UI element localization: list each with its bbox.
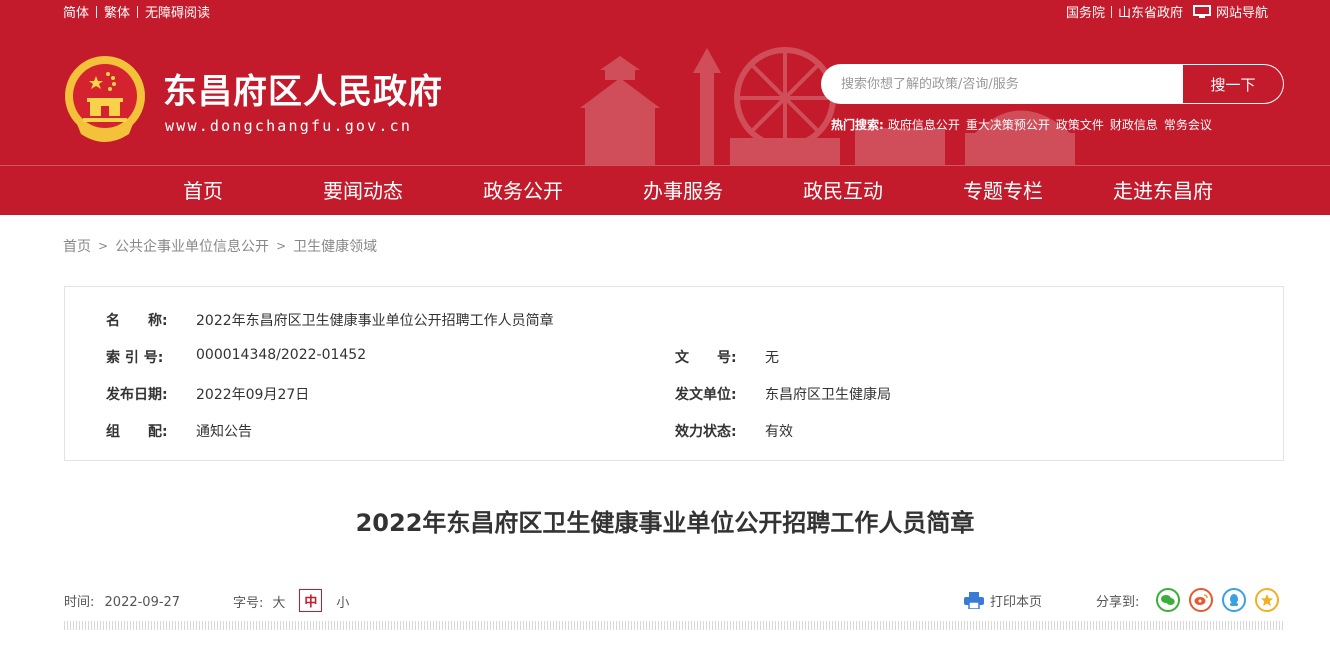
site-title[interactable]: 东昌府区人民政府 bbox=[163, 64, 443, 113]
share-label: 分享到: bbox=[1096, 594, 1140, 610]
info-row-docno: 文 号: 无 bbox=[675, 347, 779, 367]
hot-search-item[interactable]: 常务会议 bbox=[1164, 116, 1212, 133]
publish-time: 时间: 2022-09-27 bbox=[64, 591, 180, 610]
qzone-share-icon[interactable] bbox=[1255, 588, 1280, 612]
nav-home[interactable]: 首页 bbox=[123, 166, 283, 215]
info-row-date: 发布日期: 2022年09月27日 bbox=[106, 384, 309, 404]
dotted-divider bbox=[64, 621, 1284, 630]
info-label: 效力状态: bbox=[675, 424, 737, 440]
font-size-medium[interactable]: 中 bbox=[299, 589, 323, 612]
info-label: 组 配: bbox=[106, 424, 168, 440]
language-links: 简体 繁体 无障碍阅读 bbox=[63, 2, 210, 21]
info-label: 名 称: bbox=[106, 313, 168, 329]
hot-search-item[interactable]: 政策文件 bbox=[1056, 116, 1104, 133]
hot-search: 热门搜索: 政府信息公开 重大决策预公开 政策文件 财政信息 常务会议 bbox=[831, 116, 1218, 133]
font-size-small[interactable]: 小 bbox=[336, 592, 349, 611]
divider bbox=[1110, 5, 1112, 18]
hot-search-item[interactable]: 重大决策预公开 bbox=[966, 116, 1050, 133]
time-label: 时间: bbox=[64, 595, 95, 610]
monitor-icon bbox=[1192, 4, 1211, 19]
info-row-issuer: 发文单位: 东昌府区卫生健康局 bbox=[675, 384, 891, 404]
breadcrumb: 首页 > 公共企事业单位信息公开 > 卫生健康领域 bbox=[63, 236, 377, 256]
time-value: 2022-09-27 bbox=[104, 595, 181, 610]
info-value: 无 bbox=[765, 350, 779, 366]
nav-about[interactable]: 走进东昌府 bbox=[1083, 166, 1243, 215]
info-label: 索 引 号: bbox=[106, 350, 164, 366]
site-header: 简体 繁体 无障碍阅读 国务院 山东省政府 网站导航 东昌府区人民政府 www.… bbox=[0, 0, 1330, 165]
simplified-link[interactable]: 简体 bbox=[63, 2, 89, 21]
document-info-box: 名 称: 2022年东昌府区卫生健康事业单位公开招聘工作人员简章 索 引 号: … bbox=[64, 286, 1284, 461]
info-row-name: 名 称: 2022年东昌府区卫生健康事业单位公开招聘工作人员简章 bbox=[106, 310, 554, 330]
nav-services[interactable]: 办事服务 bbox=[603, 166, 763, 215]
info-value: 东昌府区卫生健康局 bbox=[765, 387, 891, 403]
breadcrumb-public-info[interactable]: 公共企事业单位信息公开 bbox=[115, 236, 269, 256]
accessibility-link[interactable]: 无障碍阅读 bbox=[145, 2, 210, 21]
info-label: 文 号: bbox=[675, 350, 737, 366]
main-nav: 首页 要闻动态 政务公开 办事服务 政民互动 专题专栏 走进东昌府 bbox=[0, 165, 1330, 215]
nav-news[interactable]: 要闻动态 bbox=[283, 166, 443, 215]
site-nav-link[interactable]: 网站导航 bbox=[1216, 2, 1268, 21]
print-label: 打印本页 bbox=[990, 595, 1043, 610]
print-button[interactable]: 打印本页 bbox=[964, 591, 1042, 610]
site-url: www.dongchangfu.gov.cn bbox=[165, 117, 413, 135]
font-size-control: 字号: 大 中 小 bbox=[233, 589, 358, 612]
hot-search-label: 热门搜索: bbox=[831, 118, 884, 132]
info-row-group: 组 配: 通知公告 bbox=[106, 421, 252, 441]
info-value: 2022年09月27日 bbox=[196, 387, 310, 403]
font-size-label: 字号: bbox=[233, 596, 264, 611]
article-title: 2022年东昌府区卫生健康事业单位公开招聘工作人员简章 bbox=[355, 509, 975, 537]
chevron-right-icon: > bbox=[98, 239, 109, 253]
nav-government-affairs[interactable]: 政务公开 bbox=[443, 166, 603, 215]
search-button[interactable]: 搜一下 bbox=[1183, 64, 1284, 104]
nav-interaction[interactable]: 政民互动 bbox=[763, 166, 923, 215]
traditional-link[interactable]: 繁体 bbox=[104, 2, 130, 21]
info-row-status: 效力状态: 有效 bbox=[675, 421, 793, 441]
article-meta-bar: 时间: 2022-09-27 字号: 大 中 小 打印本页 分享到: bbox=[64, 588, 1284, 612]
shandong-gov-link[interactable]: 山东省政府 bbox=[1118, 2, 1183, 21]
info-label: 发文单位: bbox=[675, 387, 737, 403]
info-value: 2022年东昌府区卫生健康事业单位公开招聘工作人员简章 bbox=[196, 313, 554, 329]
divider bbox=[96, 5, 98, 18]
divider bbox=[137, 5, 139, 18]
info-value: 通知公告 bbox=[196, 424, 252, 440]
breadcrumb-health[interactable]: 卫生健康领域 bbox=[293, 236, 377, 256]
hot-search-item[interactable]: 政府信息公开 bbox=[888, 116, 960, 133]
printer-icon bbox=[964, 592, 984, 609]
chevron-right-icon: > bbox=[276, 239, 287, 253]
top-bar: 简体 繁体 无障碍阅读 国务院 山东省政府 网站导航 bbox=[0, 0, 1330, 22]
info-row-index: 索 引 号: 000014348/2022-01452 bbox=[106, 347, 366, 367]
search-input[interactable] bbox=[821, 64, 1183, 104]
search-box: 搜一下 bbox=[821, 64, 1284, 104]
font-size-large[interactable]: 大 bbox=[272, 592, 285, 611]
state-council-link[interactable]: 国务院 bbox=[1066, 2, 1105, 21]
national-emblem-logo[interactable] bbox=[63, 54, 147, 144]
breadcrumb-home[interactable]: 首页 bbox=[63, 236, 91, 256]
info-value: 000014348/2022-01452 bbox=[196, 347, 367, 363]
info-label: 发布日期: bbox=[106, 387, 168, 403]
external-links: 国务院 山东省政府 网站导航 bbox=[1066, 2, 1268, 21]
nav-special-topics[interactable]: 专题专栏 bbox=[923, 166, 1083, 215]
info-value: 有效 bbox=[765, 424, 793, 440]
wechat-share-icon[interactable] bbox=[1156, 588, 1181, 612]
qq-share-icon[interactable] bbox=[1222, 588, 1247, 612]
hot-search-item[interactable]: 财政信息 bbox=[1110, 116, 1158, 133]
share-bar: 分享到: bbox=[1096, 588, 1280, 612]
weibo-share-icon[interactable] bbox=[1189, 588, 1214, 612]
